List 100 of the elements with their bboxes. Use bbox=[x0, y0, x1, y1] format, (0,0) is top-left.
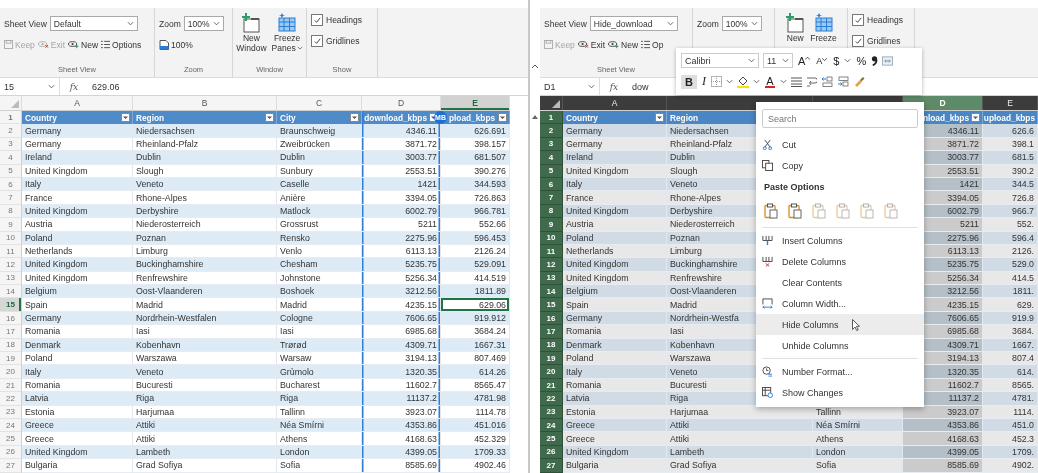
window-button[interactable]: Freeze Panes bbox=[270, 11, 304, 53]
italic-button[interactable]: I bbox=[700, 74, 707, 89]
row-number[interactable]: 15 bbox=[0, 298, 22, 312]
row-number[interactable]: 22 bbox=[540, 392, 563, 406]
checkbox[interactable] bbox=[311, 35, 323, 47]
row-number[interactable]: 1 bbox=[540, 111, 563, 125]
row-number[interactable]: 2 bbox=[0, 124, 22, 138]
row-number[interactable]: 4 bbox=[0, 151, 22, 165]
caret-icon[interactable] bbox=[725, 79, 733, 84]
borders-icon[interactable] bbox=[710, 76, 722, 87]
window-button[interactable]: New bbox=[784, 11, 807, 43]
row-number[interactable]: 19 bbox=[0, 352, 22, 366]
align-icon[interactable] bbox=[790, 76, 802, 87]
sheet-view-dropdown[interactable]: Hide_download bbox=[589, 16, 678, 31]
column-letter[interactable]: B bbox=[133, 96, 277, 110]
caret-icon[interactable] bbox=[752, 79, 760, 84]
zoom-dropdown[interactable]: 100% bbox=[183, 16, 224, 31]
search-field[interactable]: Search bbox=[762, 109, 918, 128]
menu-item[interactable]: Hide Columns bbox=[756, 314, 924, 335]
table-cell: 2275.96 bbox=[362, 231, 441, 245]
filter-icon[interactable] bbox=[350, 113, 359, 123]
checkbox[interactable] bbox=[852, 14, 864, 26]
checkbox-label: Headings bbox=[867, 15, 903, 25]
row-number[interactable]: 27 bbox=[0, 459, 22, 473]
checkbox[interactable] bbox=[311, 14, 323, 26]
filter-icon[interactable] bbox=[498, 113, 507, 123]
paste-option-icon[interactable] bbox=[764, 203, 778, 219]
table-cell: 4781.98 bbox=[441, 392, 510, 406]
table-cell: Germany bbox=[563, 124, 667, 138]
table-cell: Sunbury bbox=[277, 164, 362, 178]
zoom-dropdown[interactable]: 100% bbox=[721, 16, 762, 31]
paste-option-icon[interactable] bbox=[788, 203, 802, 219]
row-number[interactable]: 14 bbox=[540, 285, 563, 299]
row-number[interactable]: 1 bbox=[0, 111, 22, 125]
percent-button[interactable]: % bbox=[855, 54, 868, 67]
row-number[interactable]: 2 bbox=[540, 124, 563, 138]
ribbon-button[interactable]: New bbox=[608, 39, 639, 50]
row-number[interactable]: 7 bbox=[540, 191, 563, 205]
wrap-text-icon[interactable] bbox=[805, 76, 817, 87]
currency-button[interactable]: $ bbox=[832, 54, 841, 67]
caret-icon[interactable] bbox=[779, 79, 787, 84]
cursor-icon bbox=[852, 319, 860, 331]
row-number[interactable]: 4 bbox=[540, 151, 563, 165]
row-number[interactable]: 12 bbox=[540, 258, 563, 272]
ribbon-button[interactable]: Options bbox=[101, 39, 142, 50]
column-letter[interactable]: A bbox=[22, 96, 133, 110]
row-number[interactable]: 14 bbox=[0, 285, 22, 299]
table-cell: Spain bbox=[22, 298, 133, 312]
window-button[interactable]: Freeze bbox=[809, 11, 838, 43]
caret-icon[interactable] bbox=[844, 58, 852, 63]
comma-style-icon[interactable] bbox=[871, 55, 879, 66]
column-letter[interactable]: E bbox=[983, 96, 1038, 110]
checkbox[interactable] bbox=[852, 35, 864, 47]
row-number[interactable]: 15 bbox=[540, 298, 563, 312]
select-all-icon[interactable] bbox=[552, 100, 560, 108]
row-number[interactable]: 19 bbox=[540, 352, 563, 366]
filter-icon[interactable] bbox=[265, 113, 274, 123]
font-color-button[interactable]: A bbox=[763, 75, 776, 88]
row-number[interactable]: 9 bbox=[0, 218, 22, 232]
bold-button[interactable]: B bbox=[681, 74, 697, 89]
row-number[interactable]: 22 bbox=[0, 392, 22, 406]
ribbon-button[interactable]: Exit bbox=[577, 39, 606, 50]
row-number[interactable]: 12 bbox=[0, 258, 22, 272]
ribbon-button[interactable]: Op bbox=[641, 39, 664, 50]
font-name-field[interactable]: Calibri bbox=[681, 53, 759, 68]
sheet-view-dropdown[interactable]: Default bbox=[49, 16, 138, 31]
zoom-100-button[interactable]: 100% bbox=[159, 39, 193, 50]
table-cell: Italy bbox=[563, 365, 667, 379]
row-number[interactable]: 25 bbox=[540, 432, 563, 446]
filter-icon[interactable] bbox=[121, 113, 130, 123]
row-number[interactable]: 25 bbox=[0, 432, 22, 446]
row-number[interactable]: 20 bbox=[0, 365, 22, 379]
window-button[interactable]: New Window bbox=[235, 11, 268, 53]
fill-color-icon[interactable] bbox=[736, 75, 749, 88]
column-letter[interactable]: C bbox=[277, 96, 362, 110]
chevron-up-icon[interactable] bbox=[531, 64, 539, 69]
ribbon-button[interactable]: New bbox=[68, 39, 99, 50]
shrink-font-button[interactable]: A bbox=[815, 55, 829, 66]
scroll-up-icon[interactable] bbox=[532, 115, 538, 119]
formula-input[interactable]: 629.06 bbox=[88, 81, 120, 92]
column-letter[interactable]: E bbox=[441, 96, 510, 110]
row-number[interactable]: 7 bbox=[0, 191, 22, 205]
row-number[interactable]: 27 bbox=[540, 459, 563, 473]
column-header: Country bbox=[566, 112, 598, 123]
name-box[interactable]: D1 bbox=[540, 78, 600, 95]
decrease-decimal-icon[interactable] bbox=[836, 76, 849, 87]
row-number[interactable]: 17 bbox=[540, 325, 563, 339]
grow-font-button[interactable]: A bbox=[797, 54, 812, 67]
row-number[interactable]: 9 bbox=[540, 218, 563, 232]
row-number[interactable]: 17 bbox=[0, 325, 22, 339]
name-box[interactable]: 15 bbox=[0, 78, 60, 95]
new-window-icon bbox=[241, 13, 262, 33]
formula-input[interactable]: dow bbox=[628, 81, 649, 92]
table-cell: Dublin bbox=[133, 151, 277, 165]
filter-icon[interactable] bbox=[971, 113, 980, 123]
increase-decimal-icon[interactable] bbox=[820, 76, 833, 87]
column-letter[interactable]: A bbox=[563, 96, 667, 110]
filter-icon[interactable] bbox=[655, 113, 664, 123]
row-number[interactable]: 20 bbox=[540, 365, 563, 379]
font-size-field[interactable]: 11 bbox=[763, 53, 793, 68]
